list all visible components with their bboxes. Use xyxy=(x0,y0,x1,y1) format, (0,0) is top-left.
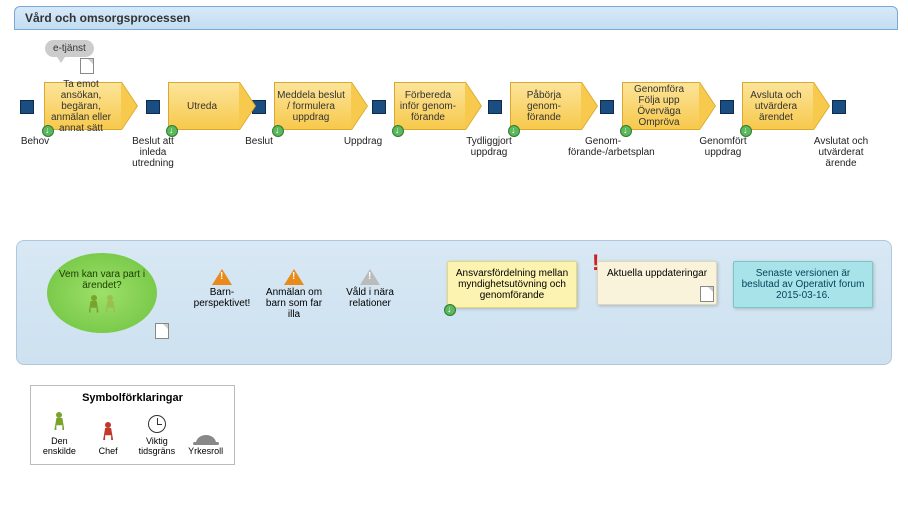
gate-square xyxy=(600,100,614,114)
gate-label: Tydliggjort uppdrag xyxy=(454,136,524,158)
sticky-note[interactable]: Ansvarsfördelning mellan myndighetsutövn… xyxy=(447,261,577,308)
info-panel: Vem kan vara part i ärendet? Barn-perspe… xyxy=(16,240,892,365)
warning-icon xyxy=(284,269,304,285)
role-hat-icon xyxy=(196,435,216,443)
legend-item: Viktig tidsgräns xyxy=(133,415,181,456)
gate-square xyxy=(720,100,734,114)
page-title: Vård och omsorgsprocessen xyxy=(25,11,190,25)
sticky-note[interactable]: Senaste versionen är beslutad av Operati… xyxy=(733,261,873,308)
document-icon[interactable] xyxy=(700,286,714,302)
person-icon xyxy=(105,295,115,315)
gate-label: Behov xyxy=(0,136,70,147)
person-icon xyxy=(54,412,64,434)
gate-label: Genomfört uppdrag xyxy=(688,136,758,158)
legend-box: Symbolförklaringar Den enskilde Chef Vik… xyxy=(30,385,235,465)
legend-item: Chef xyxy=(84,422,132,456)
gate-label: Avslutat och utvärderat ärende xyxy=(806,136,876,169)
legend-title: Symbolförklaringar xyxy=(35,392,230,404)
part-oval[interactable]: Vem kan vara part i ärendet? xyxy=(47,253,157,333)
gate-square xyxy=(372,100,386,114)
warning-icon xyxy=(360,269,380,285)
gate-square xyxy=(488,100,502,114)
speech-label: e-tjänst xyxy=(53,43,86,54)
page-title-bar: Vård och omsorgsprocessen xyxy=(14,6,898,30)
process-step[interactable]: Avsluta och utvärdera ärendet xyxy=(742,82,814,130)
gate-label: Uppdrag xyxy=(328,136,398,147)
legend-item: Yrkesroll xyxy=(182,427,230,456)
gate-label: Beslut att inleda utredning xyxy=(118,136,188,169)
info-item[interactable]: Våld i nära relationer xyxy=(335,269,405,309)
process-step[interactable]: Förbereda inför genom-förande xyxy=(394,82,466,130)
info-item[interactable]: Barn-perspektivet! xyxy=(187,269,257,309)
document-icon[interactable] xyxy=(80,58,94,74)
gate-end xyxy=(832,100,846,114)
person-icon xyxy=(103,422,113,444)
process-step[interactable]: Genomföra Följa upp Överväga Ompröva xyxy=(622,82,700,130)
info-item[interactable]: Anmälan om barn som far illa xyxy=(259,269,329,320)
exclamation-icon: ! xyxy=(592,250,599,276)
process-step[interactable]: Utreda xyxy=(168,82,240,130)
warning-icon xyxy=(212,269,232,285)
oval-text: Vem kan vara part i ärendet? xyxy=(51,269,153,291)
process-flow: e-tjänst Ta emot ansökan, begäran, anmäl… xyxy=(0,40,908,220)
gate-label: Genom-förande-/arbetsplan xyxy=(568,136,638,158)
gate-square xyxy=(146,100,160,114)
process-step[interactable]: Meddela beslut / formulera uppdrag xyxy=(274,82,352,130)
expand-icon[interactable] xyxy=(444,304,456,316)
document-icon[interactable] xyxy=(155,323,169,339)
clock-icon xyxy=(148,415,166,433)
legend-item: Den enskilde xyxy=(35,412,83,456)
gate-label: Beslut xyxy=(224,136,294,147)
sticky-note[interactable]: ! Aktuella uppdateringar xyxy=(597,261,717,305)
etjanst-speech-bubble[interactable]: e-tjänst xyxy=(45,40,94,57)
person-icon xyxy=(89,295,99,315)
gate-start xyxy=(20,100,34,114)
process-step[interactable]: Påbörja genom-förande xyxy=(510,82,582,130)
process-step[interactable]: Ta emot ansökan, begäran, anmälan eller … xyxy=(44,82,122,130)
